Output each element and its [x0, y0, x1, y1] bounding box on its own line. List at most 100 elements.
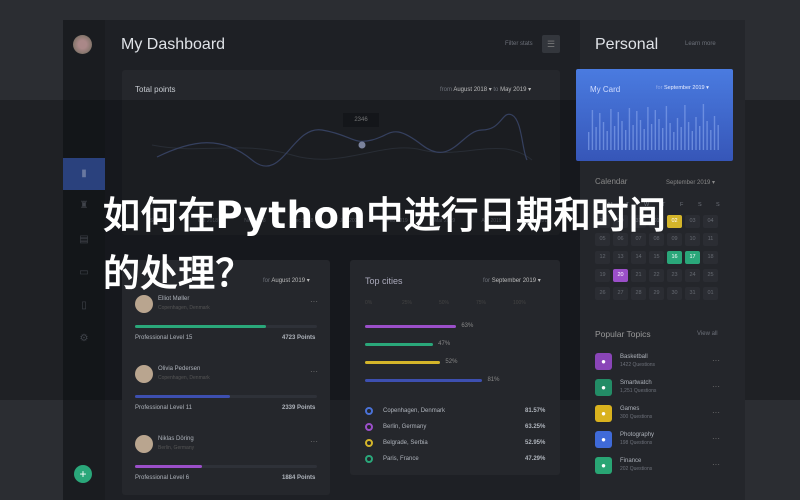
city-bar — [365, 343, 434, 346]
overlay-title-line2: 的处理？ — [103, 252, 253, 295]
topic-count: 1422 Questions — [620, 362, 656, 368]
add-button[interactable]: + — [74, 465, 92, 483]
calendar-day[interactable]: 10 — [685, 233, 700, 246]
city-name: Berlin, Germany — [383, 424, 427, 430]
learn-more-link[interactable]: Learn more — [685, 41, 716, 47]
city-bar-label: 63% — [461, 323, 474, 329]
calendar-day[interactable]: 25 — [703, 269, 718, 282]
date-range: from August 2018 ▾ to May 2019 ▾ — [440, 86, 531, 93]
topic-more-button[interactable]: ··· — [712, 460, 720, 469]
card-period: for September 2019 ▾ — [656, 85, 709, 91]
leader-more-button[interactable]: ··· — [310, 297, 318, 306]
filter-stats-button[interactable]: ☰ — [542, 35, 560, 53]
calendar-period-select[interactable]: September 2019 ▾ — [666, 179, 715, 186]
leader-name: Elliot Møller — [158, 296, 190, 302]
for-label: for — [483, 278, 491, 284]
leader-progress-fill — [135, 325, 267, 328]
calendar-day[interactable]: 30 — [667, 287, 682, 300]
calendar-day[interactable]: 23 — [667, 269, 682, 282]
calendar-day[interactable]: 02 — [667, 215, 682, 228]
calendar-day[interactable]: 27 — [613, 287, 628, 300]
card-bar — [613, 126, 616, 150]
view-all-link[interactable]: View all — [697, 331, 718, 337]
city-legend-dot — [365, 407, 373, 415]
card-bar — [676, 118, 679, 150]
leader-points: 1884 Points — [282, 475, 316, 481]
calendar-day[interactable]: 01 — [703, 287, 718, 300]
calendar-day[interactable]: 18 — [703, 251, 718, 264]
card-bar — [669, 123, 671, 150]
leader-more-button[interactable]: ··· — [310, 367, 318, 376]
to-select[interactable]: May 2019 ▾ — [500, 87, 531, 93]
city-name: Paris, France — [383, 456, 419, 462]
calendar-day[interactable]: 31 — [685, 287, 700, 300]
calendar-day[interactable]: 20 — [613, 269, 628, 282]
calendar-day[interactable]: 04 — [703, 215, 718, 228]
calendar-day[interactable]: 09 — [667, 233, 682, 246]
card-bar — [654, 110, 656, 150]
card-bar — [658, 119, 660, 150]
calendar-day[interactable]: 14 — [631, 251, 646, 264]
plus-icon: + — [79, 467, 87, 481]
from-select[interactable]: August 2018 ▾ — [453, 87, 491, 93]
topic-more-button[interactable]: ··· — [712, 356, 720, 365]
calendar-day[interactable]: 21 — [631, 269, 646, 282]
card-bar — [710, 130, 712, 150]
gamepad-icon: ● — [595, 405, 612, 422]
leader-progress-track — [135, 395, 317, 398]
topic-name[interactable]: Smartwatch — [620, 380, 652, 386]
leader-progress-track — [135, 465, 317, 468]
card-bar — [617, 112, 619, 150]
calendar-day[interactable]: 16 — [667, 251, 682, 264]
leader-level: Professional Level 11 — [135, 405, 192, 411]
calendar-day[interactable]: 29 — [649, 287, 664, 300]
topic-more-button[interactable]: ··· — [712, 408, 720, 417]
weekday-label: S — [698, 202, 702, 208]
from-label: from — [440, 87, 452, 93]
card-bar — [680, 127, 682, 150]
leader-more-button[interactable]: ··· — [310, 437, 318, 446]
avatar[interactable] — [73, 35, 92, 54]
calendar-day[interactable]: 12 — [595, 251, 610, 264]
card-bar — [691, 131, 693, 150]
leader-progress-fill — [135, 465, 203, 468]
city-pct: 81.57% — [525, 408, 546, 414]
to-label: to — [493, 87, 499, 93]
calendar-day[interactable]: 13 — [613, 251, 628, 264]
leaders-period-select[interactable]: August 2019 ▾ — [271, 278, 309, 284]
card-period-select[interactable]: September 2019 ▾ — [664, 85, 709, 91]
calendar-day[interactable]: 17 — [685, 251, 700, 264]
card-bar — [628, 108, 631, 150]
calendar-day[interactable]: 19 — [595, 269, 610, 282]
leader-location: Copenhagen, Denmark — [158, 375, 210, 381]
topic-name[interactable]: Photography — [620, 432, 654, 438]
card-bar — [687, 122, 690, 150]
calendar-day[interactable]: 24 — [685, 269, 700, 282]
overlay-title-line1: 如何在Python中进行日期和时间 — [103, 194, 667, 237]
card-bar — [591, 110, 594, 150]
topic-more-button[interactable]: ··· — [712, 382, 720, 391]
axis-tick: 0% — [365, 300, 373, 306]
cities-period-select[interactable]: September 2019 ▾ — [492, 278, 541, 284]
topic-more-button[interactable]: ··· — [712, 434, 720, 443]
card-bar — [695, 117, 697, 150]
topic-name[interactable]: Finance — [620, 458, 641, 464]
card-bar — [702, 104, 705, 150]
topic-name[interactable]: Games — [620, 406, 639, 412]
calendar-day[interactable]: 26 — [595, 287, 610, 300]
city-pct: 47.29% — [525, 456, 546, 462]
leader-points: 4723 Points — [282, 335, 316, 341]
calendar-day[interactable]: 28 — [631, 287, 646, 300]
calendar-day[interactable]: 15 — [649, 251, 664, 264]
leader-avatar — [135, 435, 153, 453]
calendar-day[interactable]: 11 — [703, 233, 718, 246]
leaders-period: for August 2019 ▾ — [263, 277, 310, 284]
topic-name[interactable]: Basketball — [620, 354, 648, 360]
camera-icon: ● — [595, 431, 612, 448]
card-bar — [632, 125, 634, 150]
total-points-title: Total points — [135, 85, 176, 94]
card-bar — [650, 124, 653, 150]
leader-location: Copenhagen, Denmark — [158, 305, 210, 311]
calendar-day[interactable]: 22 — [649, 269, 664, 282]
calendar-day[interactable]: 03 — [685, 215, 700, 228]
